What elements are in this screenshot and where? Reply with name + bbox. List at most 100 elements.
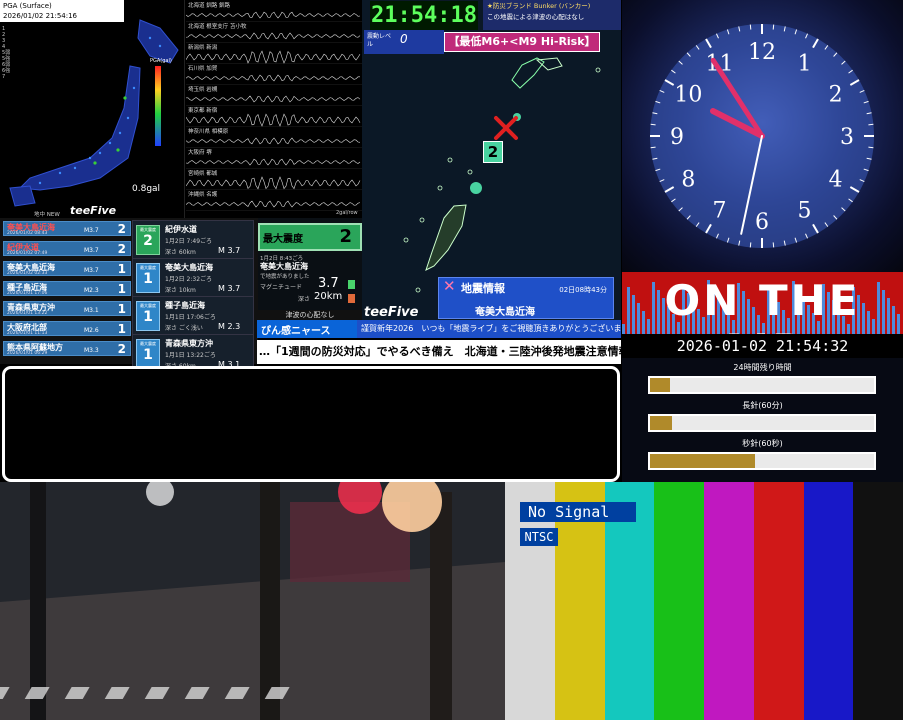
japan-map (9, 19, 179, 207)
max-intensity-panel: 最大震度 2 1月2日 8:43ごろ 奄美大島近海 で地震がありました マグニチ… (258, 218, 362, 312)
clock-face: 12 1234567891011 (650, 24, 874, 248)
card-intensity-badge: 最大震度 2 (136, 225, 160, 255)
clock-numeral: 1 (798, 51, 812, 76)
card-intensity-value: 1 (143, 309, 153, 325)
quake-list-item[interactable]: 種子島近海 2026/01/01 17:06 M2.3 1 (3, 281, 131, 296)
waveform-trace (186, 32, 361, 40)
progress-label: 長針(60分) (742, 401, 783, 410)
street-camera-feed (0, 482, 505, 720)
quake-date: 2026/01/02 02:33 (7, 271, 48, 276)
shake-level-label: 震動レベル (367, 33, 392, 48)
quake-card[interactable]: 最大震度 2 紀伊水道 1月2日 7:49ごろ 深さ 60km M 3.7 (132, 220, 254, 262)
progress-bar (648, 452, 876, 470)
card-date: 1月1日 13:22ごろ (165, 352, 216, 359)
card-place: 紀伊水道 (165, 225, 197, 234)
waveform-row: 東京都 新宿 (186, 105, 362, 127)
card-magnitude: M 2.3 (218, 322, 241, 331)
shake-level-value: 0 (400, 32, 408, 46)
clock-tick (749, 242, 752, 248)
waveform-row: 神奈川県 相模原 (186, 126, 362, 148)
ntsc-label: NTSC (520, 528, 558, 546)
quake-date: 2026/01/01 06:29 (7, 351, 48, 356)
quake-magnitude: M3.7 (84, 247, 99, 254)
waveform-row: 北海道 釧路 釧路 (186, 0, 362, 22)
quake-magnitude: M3.7 (84, 227, 99, 234)
quake-list-item[interactable]: 紀伊水道 2026/01/02 07:49 M3.7 2 (3, 241, 131, 256)
quake-list-item[interactable]: 大阪府北部 2026/01/01 11:13 M2.6 1 (3, 321, 131, 336)
waveform-row: 新潟県 新潟 (186, 42, 362, 64)
epicenter-x-icon (494, 116, 518, 140)
quake-info-date: 02日08時43分 (559, 286, 607, 294)
news-headline: …「1週間の防災対応」でやるべき備え 北海道・三陸沖後発地震注意情報 (257, 340, 621, 364)
card-intensity-value: 1 (143, 347, 153, 363)
sponsor-line-2: この地震による津波の心配はなし (487, 13, 585, 21)
quake-intensity: 2 (117, 222, 126, 236)
card-magnitude: M 3.7 (218, 246, 241, 255)
pga-map-panel: PGA (Surface) 2026/01/02 21:54:16 1 2 3 4 5弱… (0, 0, 185, 218)
waveform-trace (186, 113, 361, 127)
quake-intensity: 2 (117, 342, 126, 356)
progress-fill (650, 454, 756, 468)
quake-date: 2026/01/01 13:22 (7, 311, 48, 316)
progress-label: 24時間残り時間 (733, 363, 792, 372)
quake-date: 2026/01/01 11:13 (7, 331, 48, 336)
card-magnitude: M 3.7 (218, 284, 241, 293)
clock-numeral: 4 (829, 168, 843, 193)
on-air-text: ON THE AIR (664, 276, 861, 334)
wave-scale: 2gal/row (336, 210, 358, 216)
card-date: 1月1日 17:06ごろ (165, 314, 216, 321)
clock-numeral: 8 (681, 168, 695, 193)
magnitude-color-swatch (348, 280, 355, 289)
waveform-trace (186, 158, 361, 166)
quake-list-item[interactable]: 奄美大島近海 2026/01/02 02:33 M3.7 1 (3, 261, 131, 276)
waveform-trace (186, 11, 361, 19)
quake-info-place: 奄美大島近海 (475, 307, 535, 318)
clock-tick (650, 123, 656, 126)
quake-card[interactable]: 最大震度 1 奄美大島近海 1月2日 2:32ごろ 深さ 10km M 3.7 (132, 258, 254, 300)
magnitude-value: 3.7 (318, 276, 339, 291)
clock-numeral: 5 (798, 199, 812, 224)
card-intensity-badge: 最大震度 1 (136, 301, 160, 331)
depth-value: 20km (314, 291, 343, 302)
quake-info-box: ✕ 地震情報 02日08時43分 奄美大島近海 (438, 277, 614, 319)
current-time: 21:54:18 (370, 1, 478, 30)
pga-scale-title: PGA(gal) (150, 58, 172, 64)
depth-label: 深さ (298, 296, 311, 303)
depth-color-swatch (348, 294, 355, 303)
clock-tick (772, 242, 775, 248)
quake-info-x-icon: ✕ (443, 277, 456, 295)
camera-scene (0, 482, 505, 720)
ticker-message: 謹賀新年2026 いつも「地震ライブ」をご視聴頂きありがとうございます! (361, 324, 633, 333)
quake-list-item[interactable]: 青森県東方沖 2026/01/01 13:22 M3.1 1 (3, 301, 131, 316)
card-intensity-badge: 最大震度 1 (136, 339, 160, 369)
ticker-top: ぴん感ニャース 謹賀新年2026 いつも「地震ライブ」をご視聴頂きありがとうござ… (257, 320, 633, 338)
clock-tick (868, 123, 874, 126)
card-date: 1月2日 7:49ごろ (165, 238, 213, 245)
card-intensity-value: 1 (143, 271, 153, 287)
waveform-panel: 北海道 釧路 釧路 北海道 根室支庁 苫小牧 新潟県 新潟 石川県 加賀 埼玉県 岩槻東… (186, 0, 362, 218)
quake-list-item[interactable]: 熊本県阿蘇地方 2026/01/01 06:29 M3.3 2 (3, 341, 131, 356)
waveform-trace (186, 74, 361, 82)
no-signal-label: No Signal (520, 502, 636, 522)
color-bar (704, 482, 755, 720)
max-intensity-value: 2 (339, 226, 352, 247)
analog-clock: 12 1 2 3 4 5 6 7 8 9 10 11 (622, 0, 903, 272)
sponsor-banner: ★防災ブランド Bunker (バンカー) この地震による津波の心配はなし (483, 0, 621, 30)
quake-magnitude: M2.3 (84, 287, 99, 294)
quake-card[interactable]: 最大震度 1 種子島近海 1月1日 17:06ごろ 深さ ごく浅い M 2.3 (132, 296, 254, 338)
teefive-logo: teeFive (70, 204, 117, 217)
card-depth: 深さ 10km (165, 287, 196, 294)
risk-banner: 【最低M6+<M9 Hi-Risk】 (444, 32, 600, 52)
quake-list-item[interactable]: 奄美大島近海 2026/01/02 08:43 M3.7 2 (3, 221, 131, 236)
clock-numeral: 3 (840, 125, 854, 150)
on-air-banner: ON THE AIR (622, 272, 903, 334)
progress-fill (650, 416, 673, 430)
card-date: 1月2日 2:32ごろ (165, 276, 213, 283)
max-intensity-note: で地震がありました (260, 274, 310, 280)
sponsor-line-1: ★防災ブランド Bunker (バンカー) (487, 2, 591, 10)
quake-date: 2026/01/02 08:43 (7, 231, 48, 236)
magnitude-label: マグニチュード (260, 284, 303, 291)
max-intensity-place: 奄美大島近海 (260, 262, 308, 271)
waveform-trace (186, 200, 361, 208)
color-bar (753, 482, 805, 720)
